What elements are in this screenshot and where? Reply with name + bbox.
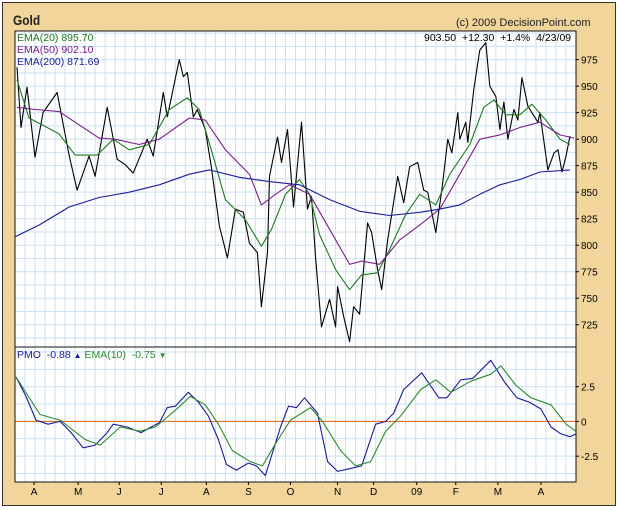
y-tick-label: 825 <box>581 215 598 226</box>
y-tick-label: 775 <box>581 268 598 279</box>
y-tick-label: 725 <box>581 321 598 332</box>
y-tick-label: 750 <box>581 294 598 305</box>
x-tick-label: D <box>370 487 377 498</box>
x-tick-label: O <box>287 487 295 498</box>
y-tick-label: 925 <box>581 109 598 120</box>
y-tick-label: 875 <box>581 162 598 173</box>
x-tick-label: A <box>203 487 210 498</box>
legend-ema200: EMA(200) 871.69 <box>17 56 100 68</box>
legend-pmo: PMO -0.88 ▲ EMA(10) -0.75 ▼ <box>17 349 167 361</box>
x-tick-label: A <box>31 487 38 498</box>
y-tick-label: 900 <box>581 135 598 146</box>
x-tick-label: F <box>453 487 459 498</box>
legend-quote: 903.50 +12.30 +1.4% 4/23/09 <box>424 32 572 44</box>
arrow-down-icon: ▼ <box>158 351 167 360</box>
y-tick-label: 975 <box>581 56 598 67</box>
legend-ema50: EMA(50) 902.10 <box>17 44 94 56</box>
pmo-value: PMO -0.88 <box>17 349 71 361</box>
x-tick-label: M <box>74 487 82 498</box>
y-tick-label: -2.5 <box>581 452 599 463</box>
gold-chart: 975 950 925 900 875 850 825 800 775 750 725 2.5 0 -2.… <box>14 30 599 498</box>
y-tick-label: 0 <box>581 417 587 428</box>
y-tick-label: 2.5 <box>581 383 595 394</box>
x-tick-label: A <box>538 487 545 498</box>
x-tick-label: N <box>334 487 341 498</box>
x-tick-label: J <box>159 487 164 498</box>
legend-ema20: EMA(20) 895.70 <box>17 32 94 44</box>
x-tick-label: J <box>117 487 122 498</box>
y-tick-label: 950 <box>581 82 598 93</box>
pmo-ema-value: EMA(10) -0.75 <box>84 349 156 361</box>
y-tick-label: 850 <box>581 188 598 199</box>
x-tick-label: 09 <box>411 487 423 498</box>
y-tick-label: 800 <box>581 241 598 252</box>
arrow-up-icon: ▲ <box>73 351 82 360</box>
x-tick-label: S <box>245 487 252 498</box>
x-tick-label: M <box>494 487 502 498</box>
